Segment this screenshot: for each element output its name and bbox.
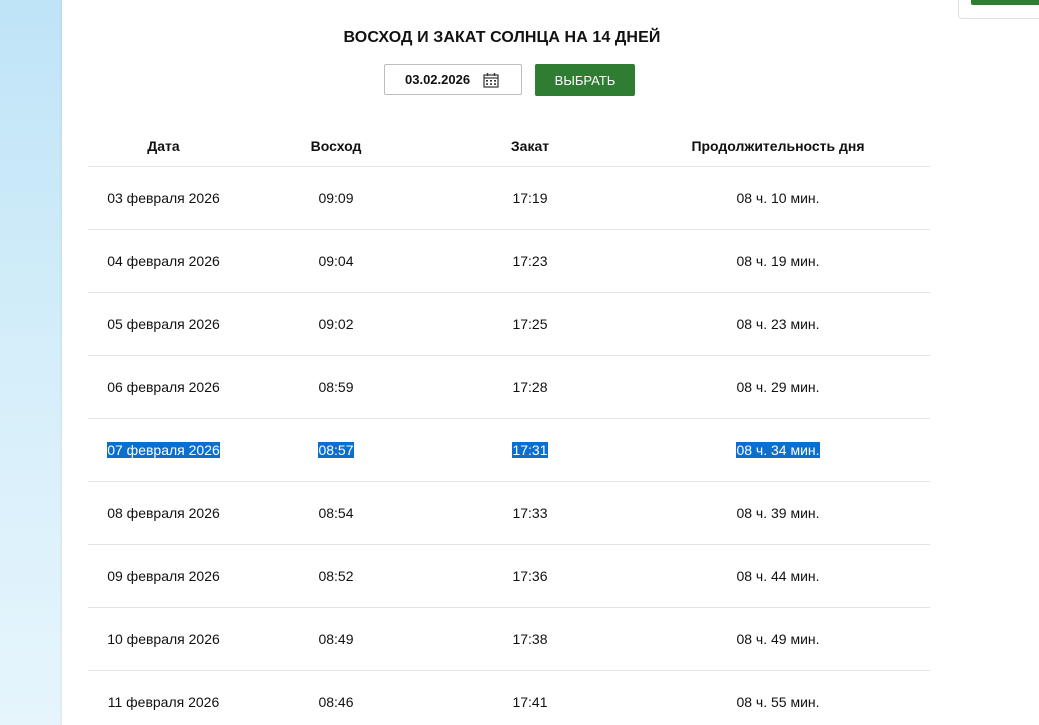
cell-day-length: 08 ч. 29 мин.	[647, 356, 909, 418]
cell-day-length-text: 08 ч. 44 мин.	[736, 568, 820, 584]
cell-sunrise-text: 09:09	[318, 190, 354, 206]
cell-day-length-text: 08 ч. 10 мин.	[736, 190, 820, 206]
cell-sunset: 17:23	[433, 230, 627, 292]
cell-date-text: 04 февраля 2026	[107, 253, 220, 269]
cell-sunset-text: 17:41	[512, 694, 548, 710]
date-field-value: 03.02.2026	[405, 72, 471, 87]
cell-sunset-text: 17:25	[512, 316, 548, 332]
select-button[interactable]: ВЫБРАТЬ	[535, 64, 635, 96]
cell-sunrise: 08:57	[259, 419, 413, 481]
cell-date-text: 05 февраля 2026	[107, 316, 220, 332]
cell-date-text: 06 февраля 2026	[107, 379, 220, 395]
cell-sunrise: 09:09	[259, 167, 413, 229]
table-row: 08 февраля 2026 08:54 17:33 08 ч. 39 мин.	[88, 482, 930, 545]
cell-sunrise: 08:54	[259, 482, 413, 544]
cell-sunrise: 08:46	[259, 671, 413, 725]
page-title: ВОСХОД И ЗАКАТ СОЛНЦА НА 14 ДНЕЙ	[343, 29, 661, 46]
cell-day-length: 08 ч. 10 мин.	[647, 167, 909, 229]
cell-day-length: 08 ч. 34 мин.	[647, 419, 909, 481]
cell-day-length-text: 08 ч. 39 мин.	[736, 505, 820, 521]
cell-day-length: 08 ч. 19 мин.	[647, 230, 909, 292]
cell-date-text: 10 февраля 2026	[107, 631, 220, 647]
cell-day-length-text: 08 ч. 34 мин.	[736, 442, 820, 458]
table-header: Дата Восход Закат Продолжительность дня	[88, 126, 930, 167]
cell-date-text: 03 февраля 2026	[107, 190, 220, 206]
cell-sunset-text: 17:36	[512, 568, 548, 584]
cell-day-length: 08 ч. 44 мин.	[647, 545, 909, 607]
table-row: 04 февраля 2026 09:04 17:23 08 ч. 19 мин.	[88, 230, 930, 293]
date-field[interactable]: 03.02.2026	[384, 64, 522, 95]
table-row: 09 февраля 2026 08:52 17:36 08 ч. 44 мин.	[88, 545, 930, 608]
cell-sunset: 17:28	[433, 356, 627, 418]
cell-date: 08 февраля 2026	[88, 482, 239, 544]
cell-sunset-text: 17:19	[512, 190, 548, 206]
cell-date: 04 февраля 2026	[88, 230, 239, 292]
cell-date: 11 февраля 2026	[88, 671, 239, 725]
cell-sunrise: 08:49	[259, 608, 413, 670]
cell-sunset: 17:41	[433, 671, 627, 725]
table-row: 10 февраля 2026 08:49 17:38 08 ч. 49 мин.	[88, 608, 930, 671]
table-row: 05 февраля 2026 09:02 17:25 08 ч. 23 мин.	[88, 293, 930, 356]
cell-sunset-text: 17:28	[512, 379, 548, 395]
cell-sunrise-text: 08:54	[318, 505, 354, 521]
cell-sunset-text: 17:31	[512, 442, 548, 458]
cell-sunrise: 09:04	[259, 230, 413, 292]
cell-date-text: 07 февраля 2026	[107, 442, 220, 458]
cell-day-length-text: 08 ч. 29 мин.	[736, 379, 820, 395]
table-row: 07 февраля 2026 08:57 17:31 08 ч. 34 мин.	[88, 419, 930, 482]
cell-date: 03 февраля 2026	[88, 167, 239, 229]
cell-day-length-text: 08 ч. 19 мин.	[736, 253, 820, 269]
table-row: 03 февраля 2026 09:09 17:19 08 ч. 10 мин.	[88, 167, 930, 230]
cell-day-length-text: 08 ч. 23 мин.	[736, 316, 820, 332]
cell-sunrise-text: 08:57	[318, 442, 354, 458]
cell-sunset-text: 17:33	[512, 505, 548, 521]
cell-sunset: 17:36	[433, 545, 627, 607]
cell-sunrise: 08:52	[259, 545, 413, 607]
right-sidebar	[942, 0, 1039, 725]
cell-sunrise-text: 08:59	[318, 379, 354, 395]
cell-day-length: 08 ч. 39 мин.	[647, 482, 909, 544]
calendar-icon[interactable]	[483, 72, 499, 88]
cell-sunrise-text: 08:49	[318, 631, 354, 647]
cell-sunrise-text: 09:02	[318, 316, 354, 332]
cell-date-text: 11 февраля 2026	[107, 694, 220, 710]
table-row: 11 февраля 2026 08:46 17:41 08 ч. 55 мин.	[88, 671, 930, 725]
cell-date: 10 февраля 2026	[88, 608, 239, 670]
cell-date-text: 08 февраля 2026	[107, 505, 220, 521]
cell-sunrise-text: 08:52	[318, 568, 354, 584]
sun-table: Дата Восход Закат Продолжительность дня …	[88, 126, 930, 725]
cell-sunset: 17:33	[433, 482, 627, 544]
cell-date: 07 февраля 2026	[88, 419, 239, 481]
cell-day-length: 08 ч. 23 мин.	[647, 293, 909, 355]
cell-day-length-text: 08 ч. 49 мин.	[736, 631, 820, 647]
header-sunrise: Восход	[310, 138, 362, 154]
cell-date: 06 февраля 2026	[88, 356, 239, 418]
cell-sunset: 17:25	[433, 293, 627, 355]
header-sunset: Закат	[510, 138, 550, 154]
cell-sunset: 17:19	[433, 167, 627, 229]
sidebar-widget	[958, 0, 1039, 19]
header-date: Дата	[147, 138, 180, 154]
cell-sunset-text: 17:23	[512, 253, 548, 269]
cell-day-length-text: 08 ч. 55 мин.	[736, 694, 820, 710]
cell-sunset: 17:38	[433, 608, 627, 670]
cell-sunrise-text: 09:04	[318, 253, 354, 269]
cell-date: 09 февраля 2026	[88, 545, 239, 607]
cell-sunrise-text: 08:46	[318, 694, 354, 710]
cell-date: 05 февраля 2026	[88, 293, 239, 355]
cell-day-length: 08 ч. 49 мин.	[647, 608, 909, 670]
header-day-length: Продолжительность дня	[691, 138, 865, 154]
cell-sunrise: 09:02	[259, 293, 413, 355]
cell-sunrise: 08:59	[259, 356, 413, 418]
sidebar-widget-button[interactable]	[971, 0, 1039, 5]
cell-date-text: 09 февраля 2026	[107, 568, 220, 584]
cell-sunset: 17:31	[433, 419, 627, 481]
cell-day-length: 08 ч. 55 мин.	[647, 671, 909, 725]
table-row: 06 февраля 2026 08:59 17:28 08 ч. 29 мин.	[88, 356, 930, 419]
cell-sunset-text: 17:38	[512, 631, 548, 647]
